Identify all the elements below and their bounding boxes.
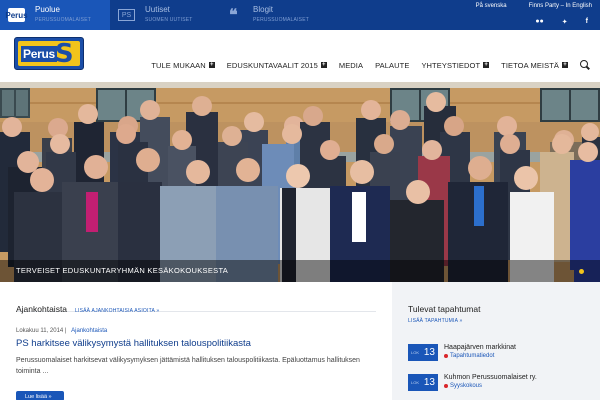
topbar-item-title: Blogit xyxy=(253,5,274,14)
nav-item-yhteystiedot[interactable]: YHTEYSTIEDOT + xyxy=(415,61,495,70)
location-pin-icon xyxy=(444,354,448,358)
topbar-item-subtitle: PERUSSUOMALAISET xyxy=(253,17,309,23)
language-english-link[interactable]: Finns Party – In English xyxy=(529,3,592,9)
site-logo[interactable]: Perus S xyxy=(14,37,84,70)
event-location-text: Tapahtumatiedot xyxy=(450,353,495,359)
event-month: LOK xyxy=(411,380,420,385)
search-icon[interactable] xyxy=(580,60,590,70)
topbar-item-blogit[interactable]: ❝ Blogit PERUSSUOMALAISET xyxy=(221,0,332,30)
hero-caption-bar: TERVEISET EDUSKUNTARYHMÄN KESÄKOKOUKSEST… xyxy=(0,260,600,282)
read-more-button[interactable]: Lue lisää » xyxy=(16,391,64,400)
facebook-icon[interactable]: f xyxy=(586,18,588,26)
flickr-icon[interactable]: ●● xyxy=(535,18,543,26)
location-pin-icon xyxy=(444,384,448,388)
events-title: Tulevat tapahtumat xyxy=(408,304,481,314)
nav-item-label: TULE MUKAAN xyxy=(151,60,206,70)
logo-letter: S xyxy=(54,38,74,69)
article-date: Lokakuu 11, 2014 | xyxy=(16,328,67,334)
article-meta: Lokakuu 11, 2014 | Ajankohtaista xyxy=(16,328,376,334)
events-section: Tulevat tapahtumat LISÄÄ TAPAHTUMIA » LO… xyxy=(400,282,600,400)
event-location: Tapahtumatiedot xyxy=(444,352,584,360)
topbar-item-uutiset[interactable]: PS Uutiset SUOMEN UUTISET xyxy=(110,0,221,30)
nav-item-label: EDUSKUNTAVAALIT 2015 xyxy=(226,60,318,70)
article-excerpt: Perussuomalaiset harkitsevat välikysymyk… xyxy=(16,357,360,375)
nav-item-label: TIETOA MEISTÄ xyxy=(501,60,559,70)
perus-logo-icon: Perus xyxy=(5,8,28,22)
logo-word: Perus xyxy=(21,45,57,62)
slider-dot[interactable] xyxy=(579,269,584,274)
main-navigation: TULE MUKAAN + EDUSKUNTAVAALIT 2015 + MEDIA… xyxy=(145,60,590,70)
content-area: Ajankohtaista LISÄÄ AJANKOHTAISIA ASIOIT… xyxy=(0,282,600,400)
news-title: Ajankohtaista xyxy=(16,304,68,314)
topbar-item-subtitle: SUOMEN UUTISET xyxy=(145,17,193,23)
quote-icon: ❝ xyxy=(229,5,238,24)
event-day: 13 xyxy=(423,347,435,358)
event-item[interactable]: LOK 13 Haapajärven markkinat Tapahtumati… xyxy=(408,344,592,361)
topbar-item-subtitle: PERUSSUOMALAISET xyxy=(35,17,91,23)
event-date-badge: LOK 13 xyxy=(408,344,438,361)
event-day: 13 xyxy=(423,377,435,388)
event-month: LOK xyxy=(411,350,420,355)
topbar-right: På svenska Finns Party – In English ●● ✦… xyxy=(476,0,592,30)
event-location-text: Syyskokous xyxy=(450,383,483,389)
article-headline[interactable]: PS harkitsee välikysymystä hallituksen t… xyxy=(16,338,376,349)
topbar-item-title: Puolue xyxy=(35,5,60,14)
plus-icon: + xyxy=(320,62,327,68)
nav-item-tietoa-meista[interactable]: TIETOA MEISTÄ + xyxy=(495,61,574,70)
event-name[interactable]: Kuhmon Perussuomalaiset ry. xyxy=(444,374,584,382)
plus-icon: + xyxy=(208,62,215,68)
nav-item-label: PALAUTE xyxy=(375,60,410,70)
hero-slider[interactable]: TERVEISET EDUSKUNTARYHMÄN KESÄKOKOUKSEST… xyxy=(0,82,600,282)
event-name[interactable]: Haapajärven markkinat xyxy=(444,344,584,352)
language-swedish-link[interactable]: På svenska xyxy=(476,3,507,9)
nav-item-label: MEDIA xyxy=(338,60,364,70)
news-header: Ajankohtaista LISÄÄ AJANKOHTAISIA ASIOIT… xyxy=(16,282,376,314)
event-item[interactable]: LOK 13 Kuhmon Perussuomalaiset ry. Syysk… xyxy=(408,374,592,391)
site-header: Perus S TULE MUKAAN + EDUSKUNTAVAALIT 201… xyxy=(0,30,600,82)
nav-item-tule-mukaan[interactable]: TULE MUKAAN + xyxy=(145,61,220,70)
nav-item-label: YHTEYSTIEDOT xyxy=(421,60,481,70)
plus-icon: + xyxy=(483,62,490,68)
more-events-link[interactable]: LISÄÄ TAPAHTUMIA » xyxy=(408,318,592,324)
more-news-link[interactable]: LISÄÄ AJANKOHTAISIA ASIOITA » xyxy=(75,308,159,314)
event-date-badge: LOK 13 xyxy=(408,374,438,391)
topbar-item-title: Uutiset xyxy=(145,5,170,14)
group-photo xyxy=(0,82,600,282)
article-category-link[interactable]: Ajankohtaista xyxy=(71,328,107,334)
event-location: Syyskokous xyxy=(444,382,584,390)
hero-caption[interactable]: TERVEISET EDUSKUNTARYHMÄN KESÄKOKOUKSEST… xyxy=(16,266,228,275)
nav-item-media[interactable]: MEDIA xyxy=(333,61,369,70)
plus-icon: + xyxy=(562,62,568,68)
twitter-icon[interactable]: ✦ xyxy=(562,18,568,26)
nav-item-palaute[interactable]: PALAUTE xyxy=(369,61,415,70)
topbar-item-puolue[interactable]: Perus Puolue PERUSSUOMALAISET xyxy=(0,0,110,30)
ps-badge-icon: PS xyxy=(118,9,135,21)
news-section: Ajankohtaista LISÄÄ AJANKOHTAISIA ASIOIT… xyxy=(0,282,392,400)
nav-item-eduskuntavaalit[interactable]: EDUSKUNTAVAALIT 2015 + xyxy=(221,61,333,70)
top-bar: Perus Puolue PERUSSUOMALAISET PS Uutiset… xyxy=(0,0,600,30)
